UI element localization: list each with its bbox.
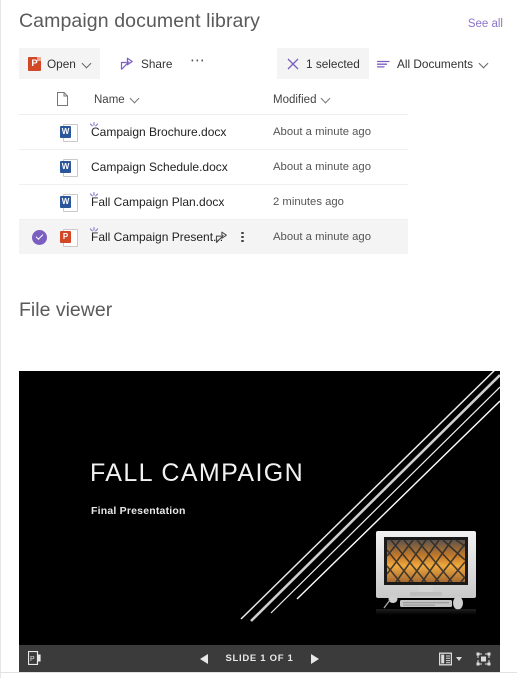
- previous-slide-button[interactable]: [200, 653, 209, 664]
- column-header-modified[interactable]: Modified: [273, 94, 330, 106]
- desktop-computer-image: [376, 531, 476, 615]
- column-header-name-label: Name: [94, 94, 125, 106]
- file-name: Campaign Schedule.docx: [91, 160, 228, 174]
- slide-canvas[interactable]: FALL CAMPAIGN Final Presentation: [19, 371, 500, 645]
- document-icon: [57, 92, 68, 106]
- document-list: Name Modified Campaign Brochure.docx Abo…: [19, 88, 408, 254]
- view-filter-button[interactable]: All Documents: [367, 48, 497, 79]
- row-more-actions-button[interactable]: [241, 220, 244, 254]
- chevron-down-icon: [480, 57, 488, 71]
- powerpoint-icon: [28, 56, 41, 71]
- file-type-icon: [60, 124, 78, 142]
- clear-selection-button[interactable]: 1 selected: [277, 48, 369, 79]
- view-filter-label: All Documents: [397, 56, 474, 71]
- share-button-label: Share: [141, 56, 173, 71]
- file-name: Fall Campaign Plan.docx: [91, 195, 225, 209]
- table-row[interactable]: Campaign Schedule.docx About a minute ag…: [19, 150, 408, 185]
- file-modified: 2 minutes ago: [273, 196, 344, 208]
- file-modified: About a minute ago: [273, 231, 371, 243]
- file-modified: About a minute ago: [273, 161, 371, 173]
- slide-title: FALL CAMPAIGN: [90, 459, 305, 487]
- file-type-icon: [60, 194, 78, 212]
- row-selected-check-icon[interactable]: [32, 230, 47, 245]
- caret-down-icon: [456, 656, 462, 661]
- page-left-border: [0, 0, 1, 678]
- close-x-icon: [286, 57, 300, 71]
- table-header: Name Modified: [19, 88, 408, 115]
- column-header-modified-label: Modified: [273, 94, 317, 106]
- view-options-button[interactable]: [439, 652, 462, 666]
- slide-count-label: SLIDE 1 OF 1: [225, 653, 294, 664]
- command-bar: Open Share ⋯ 1 selected: [19, 48, 489, 79]
- more-commands-button[interactable]: ⋯: [179, 48, 218, 79]
- table-row[interactable]: Fall Campaign Present... About a minute …: [19, 220, 408, 254]
- page-title: Campaign document library: [19, 10, 260, 32]
- layout-view-icon: [439, 652, 452, 665]
- vertical-ellipsis-icon: [241, 230, 244, 244]
- next-slide-button[interactable]: [310, 653, 319, 664]
- page-bottom-divider: [0, 672, 517, 673]
- file-name: Fall Campaign Present...: [91, 230, 224, 244]
- viewer-toolbar-right: [439, 645, 491, 672]
- share-icon: [120, 57, 135, 71]
- fullscreen-icon: [476, 652, 491, 665]
- triangle-right-icon: [310, 653, 319, 664]
- file-viewer-title: File viewer: [19, 299, 113, 321]
- table-row[interactable]: Campaign Brochure.docx About a minute ag…: [19, 115, 408, 150]
- selection-count-label: 1 selected: [306, 56, 360, 71]
- file-modified: About a minute ago: [273, 126, 371, 138]
- chevron-down-icon: [83, 57, 91, 71]
- fullscreen-button[interactable]: [476, 652, 491, 666]
- column-header-doc-icon[interactable]: [57, 92, 68, 106]
- row-share-button[interactable]: [215, 220, 229, 254]
- open-button[interactable]: Open: [19, 48, 100, 79]
- file-type-icon: [60, 159, 78, 177]
- chevron-down-icon: [131, 94, 139, 106]
- library-header: Campaign document library See all: [0, 0, 517, 42]
- chevron-down-icon: [322, 94, 330, 106]
- ellipsis-icon: ⋯: [190, 52, 207, 69]
- sharepoint-page: Campaign document library See all Open S…: [0, 0, 517, 678]
- file-name: Campaign Brochure.docx: [91, 125, 227, 139]
- viewer-toolbar: P SLIDE 1 OF 1: [19, 645, 500, 672]
- slide-navigation: SLIDE 1 OF 1: [19, 645, 500, 672]
- file-viewer[interactable]: FALL CAMPAIGN Final Presentation P SLIDE…: [19, 371, 500, 672]
- share-button[interactable]: Share: [111, 48, 181, 79]
- file-type-icon: [60, 229, 78, 247]
- table-row[interactable]: Fall Campaign Plan.docx 2 minutes ago: [19, 185, 408, 220]
- open-button-label: Open: [47, 56, 76, 71]
- column-header-name[interactable]: Name: [94, 94, 139, 106]
- slide-subtitle: Final Presentation: [91, 505, 186, 517]
- see-all-link[interactable]: See all: [468, 18, 503, 30]
- filter-lines-icon: [376, 57, 391, 71]
- triangle-left-icon: [200, 653, 209, 664]
